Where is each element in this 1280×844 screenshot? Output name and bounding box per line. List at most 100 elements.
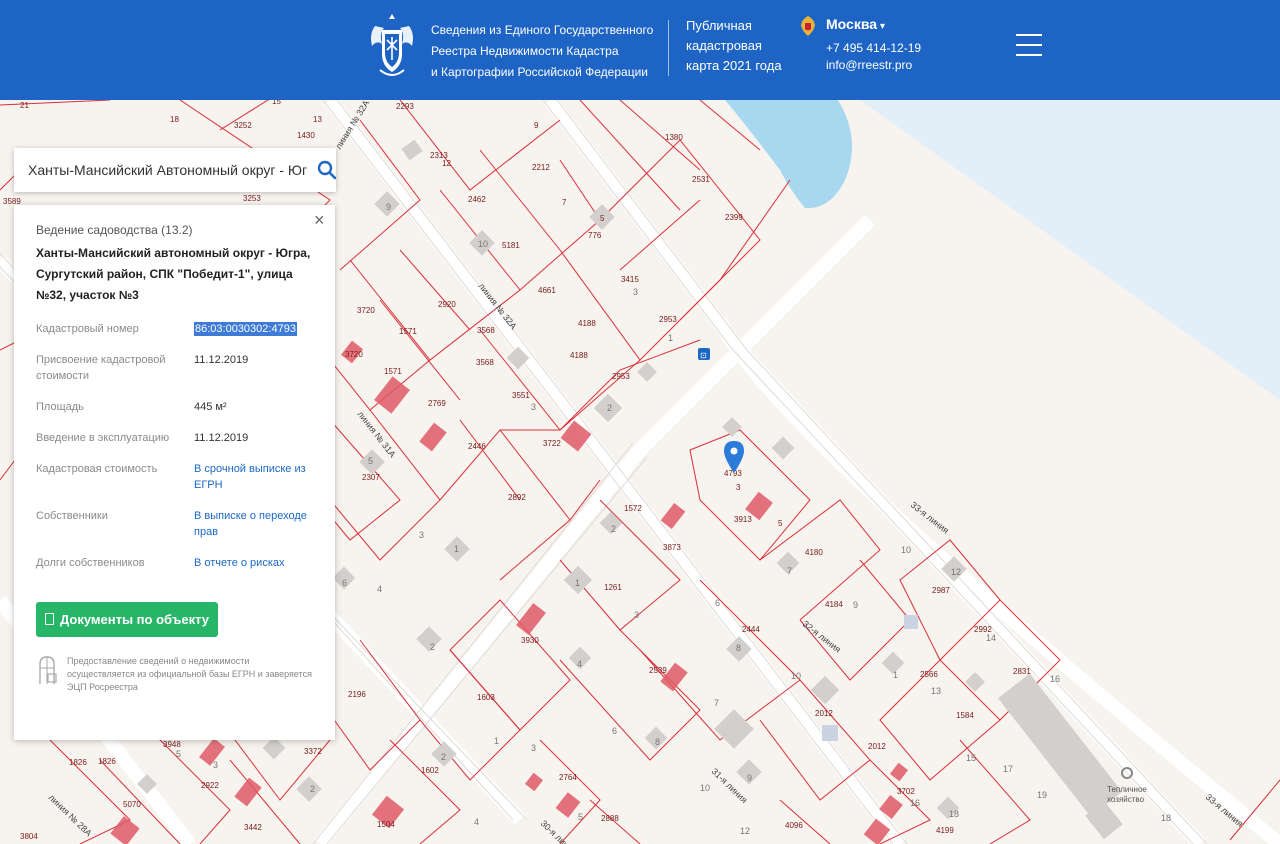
area-label: Площадь — [36, 401, 84, 413]
svg-text:10: 10 — [478, 239, 488, 249]
svg-text:1504: 1504 — [377, 820, 395, 829]
map-title-line-3: карта 2021 года — [686, 58, 782, 73]
svg-text:3568: 3568 — [476, 358, 494, 367]
svg-text:1826: 1826 — [98, 757, 116, 766]
menu-icon[interactable] — [1016, 34, 1042, 58]
svg-text:2987: 2987 — [932, 586, 950, 595]
rosreestr-emblem-icon[interactable] — [365, 10, 419, 82]
owner-debts-label: Долги собственников — [36, 557, 145, 569]
svg-text:2: 2 — [441, 752, 446, 762]
svg-text:3415: 3415 — [621, 275, 639, 284]
svg-text:5: 5 — [368, 456, 373, 466]
svg-text:1571: 1571 — [384, 367, 402, 376]
svg-text:14: 14 — [986, 633, 996, 643]
svg-text:4184: 4184 — [825, 600, 843, 609]
svg-text:3568: 3568 — [477, 326, 495, 335]
owner-debts-link[interactable]: В отчете о рисках — [194, 555, 324, 571]
svg-text:3: 3 — [634, 610, 639, 620]
object-documents-button[interactable]: Документы по объекту — [36, 602, 218, 637]
svg-text:3702: 3702 — [897, 787, 915, 796]
svg-text:2892: 2892 — [508, 493, 526, 502]
svg-text:4188: 4188 — [570, 351, 588, 360]
org-name: Сведения из Единого Государственного Рее… — [431, 20, 656, 83]
svg-text:1826: 1826 — [69, 758, 87, 767]
cadastral-number-value[interactable]: 86:03:0030302:4793 — [194, 321, 324, 337]
svg-text:4188: 4188 — [578, 319, 596, 328]
svg-text:3873: 3873 — [663, 543, 681, 552]
svg-text:3720: 3720 — [357, 306, 375, 315]
map-title-line-1: Публичная — [686, 18, 752, 33]
svg-text:3442: 3442 — [244, 823, 262, 832]
svg-text:2: 2 — [607, 403, 612, 413]
email-link[interactable]: info@rreestr.pro — [826, 58, 912, 72]
svg-text:1: 1 — [893, 670, 898, 680]
cadastral-number-label: Кадастровый номер — [36, 323, 139, 335]
svg-text:2444: 2444 — [742, 625, 760, 634]
svg-text:7: 7 — [562, 198, 567, 207]
svg-text:18: 18 — [949, 809, 959, 819]
svg-text:2012: 2012 — [868, 742, 886, 751]
svg-text:2307: 2307 — [362, 473, 380, 482]
svg-text:1: 1 — [494, 736, 499, 746]
svg-text:13: 13 — [931, 686, 941, 696]
svg-text:5: 5 — [778, 519, 783, 528]
parcel-address: Ханты-Мансийский автономный округ - Югра… — [36, 246, 311, 302]
svg-text:4: 4 — [474, 817, 479, 827]
svg-text:19: 19 — [1037, 790, 1047, 800]
close-icon[interactable]: × — [314, 211, 325, 229]
city-selector[interactable]: Москва ▾ — [826, 16, 885, 32]
svg-text:776: 776 — [588, 231, 602, 240]
phone-link[interactable]: +7 495 414-12-19 — [826, 41, 921, 55]
svg-text:4: 4 — [577, 659, 582, 669]
svg-text:5: 5 — [600, 214, 605, 223]
land-use-category: Ведение садоводства (13.2) — [36, 223, 193, 237]
svg-text:2012: 2012 — [815, 709, 833, 718]
svg-text:10: 10 — [791, 671, 801, 681]
poi-label-line-1: Тепличное — [1107, 785, 1147, 794]
svg-text:3: 3 — [419, 530, 424, 540]
commissioning-date-label: Введение в эксплуатацию — [36, 432, 170, 444]
svg-text:12: 12 — [740, 826, 750, 836]
svg-text:9: 9 — [747, 773, 752, 783]
svg-text:6: 6 — [342, 578, 347, 588]
search-input[interactable] — [28, 159, 308, 181]
svg-text:1: 1 — [454, 544, 459, 554]
cadastral-number-text[interactable]: 86:03:0030302:4793 — [194, 322, 297, 336]
svg-text:8: 8 — [736, 643, 741, 653]
city-name: Москва — [826, 16, 878, 32]
svg-text:1571: 1571 — [399, 327, 417, 336]
svg-text:2531: 2531 — [692, 175, 710, 184]
svg-text:3804: 3804 — [20, 832, 38, 841]
cadastral-value-link[interactable]: В срочной выписке из ЕГРН — [194, 461, 324, 493]
svg-text:2953: 2953 — [659, 315, 677, 324]
svg-text:1380: 1380 — [665, 133, 683, 142]
svg-text:10: 10 — [901, 545, 911, 555]
svg-text:1: 1 — [575, 578, 580, 588]
svg-text:15: 15 — [966, 753, 976, 763]
owners-link[interactable]: В выписке о переходе прав — [194, 508, 324, 540]
search-icon[interactable] — [317, 160, 337, 180]
egrn-disclaimer: Предоставление сведений о недвижимости о… — [67, 656, 313, 692]
header-divider — [668, 20, 669, 76]
svg-text:2293: 2293 — [396, 102, 414, 111]
svg-text:3252: 3252 — [234, 121, 252, 130]
chevron-down-icon: ▾ — [880, 21, 886, 32]
svg-text:2212: 2212 — [532, 163, 550, 172]
svg-text:21: 21 — [20, 101, 29, 110]
svg-text:4180: 4180 — [805, 548, 823, 557]
svg-text:13: 13 — [313, 115, 322, 124]
coat-of-arms-icon — [801, 16, 815, 36]
svg-text:2539: 2539 — [649, 666, 667, 675]
owners-label: Собственники — [36, 510, 108, 522]
valuation-date-label: Присвоение кадастровой стоимости — [36, 354, 166, 382]
svg-text:2764: 2764 — [559, 773, 577, 782]
commissioning-date-value: 11.12.2019 — [194, 432, 249, 444]
svg-text:2888: 2888 — [601, 814, 619, 823]
cadastral-value-label: Кадастровая стоимость — [36, 463, 158, 475]
svg-text:3: 3 — [736, 483, 741, 492]
svg-text:1430: 1430 — [297, 131, 315, 140]
svg-text:5181: 5181 — [502, 241, 520, 250]
svg-text:7: 7 — [714, 698, 719, 708]
site-header: Сведения из Единого Государственного Рее… — [0, 0, 1280, 100]
svg-text:18: 18 — [170, 115, 179, 124]
